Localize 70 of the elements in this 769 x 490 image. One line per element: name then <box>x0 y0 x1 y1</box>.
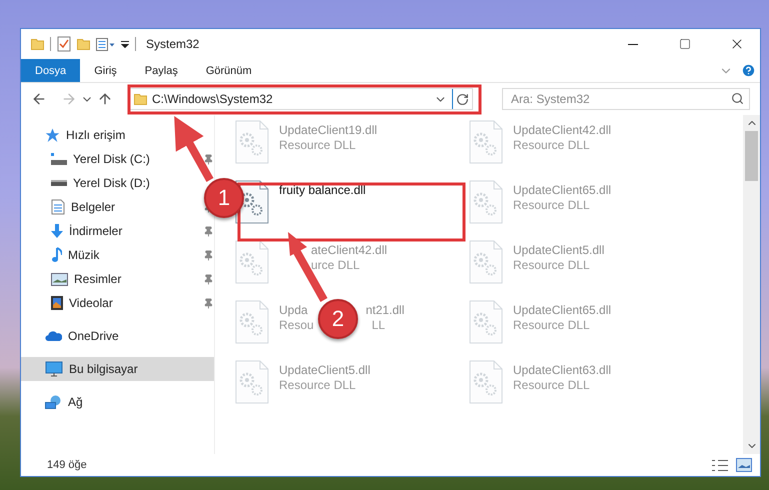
file-type: Resou <box>279 318 314 333</box>
file-type: Resource DLL <box>279 138 356 153</box>
scrollbar[interactable] <box>743 115 760 454</box>
file-name[interactable]: fruity balance.dll <box>279 183 366 198</box>
down-arrow-icon <box>51 224 63 238</box>
ribbon-tab[interactable]: Paylaş <box>136 59 186 82</box>
refresh-icon <box>456 92 469 106</box>
drive-icon <box>51 153 67 165</box>
picture-icon <box>51 272 68 286</box>
right-arrow-icon <box>61 91 77 107</box>
help-icon[interactable] <box>741 63 756 78</box>
sidebar-item[interactable]: Müzik <box>21 243 191 267</box>
sidebar-item[interactable]: Yerel Disk (D:) <box>21 171 191 195</box>
search-icon <box>731 92 744 105</box>
gear-file-icon <box>235 240 269 284</box>
caret-icon[interactable] <box>121 40 129 48</box>
back-button[interactable] <box>31 91 47 107</box>
film-icon <box>51 296 63 310</box>
sidebar-item[interactable]: Resimler <box>21 267 191 291</box>
ribbon-tab[interactable]: Görünüm <box>198 59 260 82</box>
sidebar-item[interactable]: Videolar <box>21 291 191 315</box>
chevron-down-icon <box>83 96 91 102</box>
search-field[interactable]: Ara: System32 <box>502 88 750 110</box>
recent-locations-button[interactable] <box>83 96 91 102</box>
ribbon-tab[interactable]: Dosya <box>21 59 80 82</box>
music-note-icon <box>51 247 62 263</box>
sidebar-item[interactable]: Belgeler <box>21 195 191 219</box>
file-type: Resource DLL <box>513 378 590 393</box>
scrollbar-thumb[interactable] <box>745 131 758 181</box>
file-type: Resource DLL <box>513 258 590 273</box>
cloud-icon <box>45 331 62 341</box>
monitor-icon <box>45 361 63 377</box>
network-icon <box>45 395 62 409</box>
gear-file-icon <box>235 120 269 164</box>
file-type: LL <box>372 318 386 333</box>
gear-file-icon <box>469 300 503 344</box>
address-bar[interactable]: C:\Windows\System32 <box>129 88 473 110</box>
drive-icon <box>51 180 67 186</box>
window-title: System32 <box>146 37 200 51</box>
file-type: Resource DLL <box>513 198 590 213</box>
ribbon-tab[interactable]: Giriş <box>86 59 125 82</box>
document-icon <box>51 199 65 215</box>
star-icon <box>45 128 60 142</box>
properties-icon <box>96 38 115 50</box>
sidebar-item[interactable]: Hızlı erişim <box>21 123 214 147</box>
file-type: Resource DLL <box>513 138 590 153</box>
checklist-icon <box>57 36 71 52</box>
file-type: Resource DLL <box>513 318 590 333</box>
gear-file-icon <box>469 360 503 404</box>
gear-file-icon <box>235 360 269 404</box>
gear-file-icon <box>469 240 503 284</box>
details-view-icon[interactable] <box>712 460 728 470</box>
sidebar-item[interactable]: OneDrive <box>21 324 214 348</box>
gear-file-icon <box>235 300 269 344</box>
item-count: 149 öğe <box>47 459 88 471</box>
callout-arrow <box>174 116 214 182</box>
gear-file-icon <box>469 180 503 224</box>
sidebar-item[interactable]: Yerel Disk (C:) <box>21 147 191 171</box>
maximize-icon <box>679 38 691 50</box>
folder-icon <box>77 38 90 50</box>
file-type: urce DLL <box>311 258 360 273</box>
sidebar-item[interactable]: Ağ <box>21 390 214 414</box>
gear-file-icon <box>469 120 503 164</box>
folder-icon <box>31 38 44 50</box>
large-icons-view-icon[interactable] <box>736 458 752 472</box>
folder-icon <box>134 94 147 104</box>
file-type: Resource DLL <box>279 378 356 393</box>
up-button[interactable] <box>97 91 113 107</box>
sidebar-item[interactable]: Bu bilgisayar <box>21 357 214 381</box>
sidebar-item[interactable]: İndirmeler <box>21 219 191 243</box>
